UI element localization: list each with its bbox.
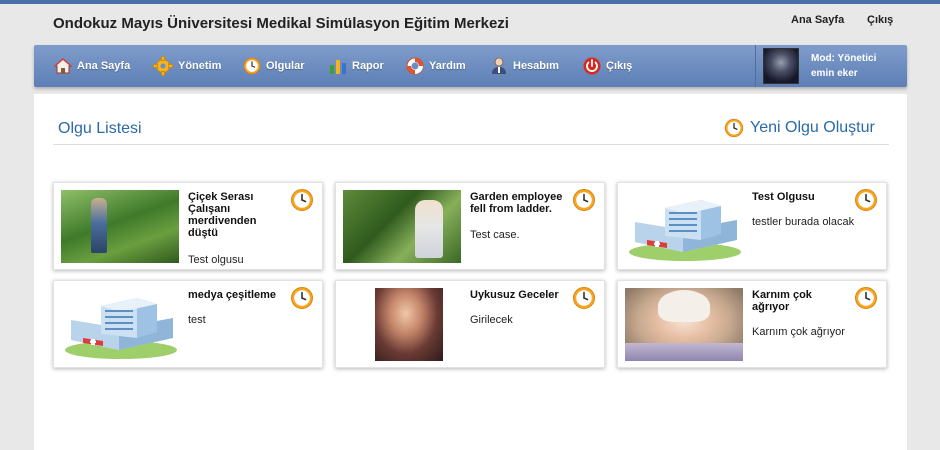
clock-icon: [572, 286, 596, 310]
case-card[interactable]: medya çeşitleme test: [53, 280, 323, 368]
clock-icon: [854, 188, 878, 212]
nav-label: Yönetim: [178, 60, 222, 72]
lifebuoy-icon: [406, 57, 424, 75]
nav-label: Ana Sayfa: [77, 60, 131, 72]
hospital-building-icon: [625, 190, 743, 263]
case-title: Çiçek Serası Çalışanı merdivenden düştü: [188, 191, 257, 239]
user-role: Mod: Yönetici: [811, 53, 877, 64]
case-card[interactable]: Uykusuz Geceler Girilecek: [335, 280, 605, 368]
main-content: Olgu Listesi Yeni Olgu Oluştur Çiçek Ser…: [34, 94, 907, 450]
new-case-label: Yeni Olgu Oluştur: [750, 119, 875, 136]
nav-item-report[interactable]: Rapor: [329, 55, 384, 77]
case-title: Garden employee fell from ladder.: [470, 191, 563, 215]
case-description: test: [188, 314, 206, 326]
case-card[interactable]: Garden employee fell from ladder. Test c…: [335, 182, 605, 270]
clock-icon: [243, 57, 261, 75]
top-link-logout[interactable]: Çıkış: [867, 14, 893, 26]
case-thumbnail: [61, 288, 179, 361]
case-description: Test case.: [470, 229, 520, 241]
case-thumbnail: [625, 288, 743, 361]
nav-item-help[interactable]: Yardım: [406, 55, 466, 77]
nav-item-account[interactable]: Hesabım: [490, 55, 559, 77]
case-thumbnail: [625, 190, 743, 263]
user-panel[interactable]: Mod: Yönetici emin eker: [755, 45, 907, 87]
case-title: Test Olgusu: [752, 191, 815, 203]
case-description: Girilecek: [470, 314, 513, 326]
hospital-building-icon: [61, 288, 179, 361]
nav-label: Olgular: [266, 60, 305, 72]
case-title: Karnım çok ağrıyor: [752, 289, 812, 313]
site-title: Ondokuz Mayıs Üniversitesi Medikal Simül…: [53, 15, 509, 32]
case-description: Test olgusu: [188, 254, 244, 266]
clock-icon: [572, 188, 596, 212]
nav-label: Rapor: [352, 60, 384, 72]
clock-icon: [290, 188, 314, 212]
case-title: Uykusuz Geceler: [470, 289, 559, 301]
nav-label: Çıkış: [606, 60, 633, 72]
case-thumbnail: [343, 288, 461, 361]
user-icon: [492, 57, 506, 74]
user-name: emin eker: [811, 68, 858, 79]
nav-item-cases[interactable]: Olgular: [243, 55, 305, 77]
main-navbar: Ana Sayfa Yönetim Olgular Rapor Yardım H…: [34, 45, 907, 87]
case-card[interactable]: Karnım çok ağrıyor Karnım çok ağrıyor: [617, 280, 887, 368]
case-description: testler burada olacak: [752, 216, 855, 228]
nav-item-management[interactable]: Yönetim: [153, 55, 221, 77]
avatar: [763, 48, 799, 84]
couple-photo: [375, 288, 443, 361]
power-icon: [583, 57, 601, 75]
divider: [53, 144, 889, 145]
case-thumbnail: [343, 190, 461, 263]
case-card[interactable]: Test Olgusu testler burada olacak: [617, 182, 887, 270]
clock-icon: [290, 286, 314, 310]
new-case-button[interactable]: Yeni Olgu Oluştur: [724, 118, 875, 138]
gear-icon: [153, 56, 173, 76]
case-thumbnail: [61, 190, 179, 263]
case-card[interactable]: Çiçek Serası Çalışanı merdivenden düştü …: [53, 182, 323, 270]
bar-chart-icon: [330, 60, 346, 74]
page-title: Olgu Listesi: [58, 120, 142, 137]
home-icon: [54, 58, 72, 74]
nav-label: Hesabım: [513, 60, 559, 72]
nav-item-logout[interactable]: Çıkış: [583, 55, 632, 77]
site-header: Ondokuz Mayıs Üniversitesi Medikal Simül…: [0, 4, 940, 44]
clock-icon: [854, 286, 878, 310]
case-title: medya çeşitleme: [188, 289, 277, 301]
nav-label: Yardım: [429, 60, 466, 72]
clock-icon: [724, 118, 744, 138]
top-link-home[interactable]: Ana Sayfa: [791, 14, 844, 26]
nav-item-home[interactable]: Ana Sayfa: [54, 55, 130, 77]
case-description: Karnım çok ağrıyor: [752, 326, 845, 338]
